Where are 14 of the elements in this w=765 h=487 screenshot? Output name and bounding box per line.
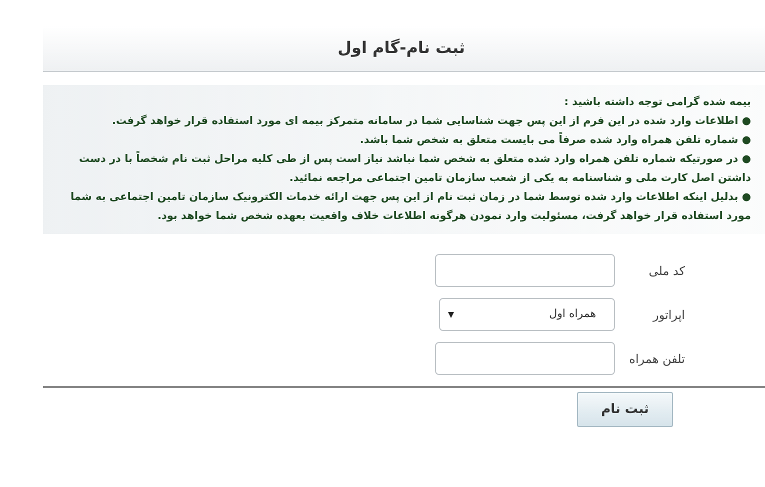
caret-icon bbox=[448, 312, 454, 318]
input-field[interactable] bbox=[435, 254, 615, 287]
notice-item: ● شماره تلفن همراه وارد شده صرفاً می بایست متعلق به شخص شما باشد. bbox=[358, 131, 751, 148]
notice-item: ● بدلیل اینکه اطلاعات وارد شده توسط شما در زمان ثبت نام از این پس جهت ارائه خدمات الکترونیک سازمان تامین اجتماعی به شما مورد استفاده قرار خواهد گرفت، مسئولیت وارد نمودن هرگونه اطلاعات خلاف واقعیت بعهده شخص شما خواهد بود. bbox=[69, 190, 751, 224]
field-label: تلفن همراه bbox=[628, 350, 685, 368]
page-title: ثبت نام-گام اول bbox=[338, 37, 465, 59]
operator-select[interactable]: همراه اول bbox=[439, 298, 615, 331]
submit-button[interactable]: ثبت نام bbox=[577, 392, 673, 427]
field-label: اپراتور bbox=[652, 306, 685, 324]
input-field[interactable] bbox=[435, 342, 615, 375]
notice-heading: بیمه شده گرامی توجه داشته باشید : bbox=[563, 94, 751, 110]
notice-item: ● در صورتیکه شماره تلفن همراه وارد شده متعلق به شخص شما نباشد نیاز است پس از طی کلیه مراحل ثبت نام شخصاً با در دست داشتن اصل کارت ملی و شناسنامه به یکی از شعب سازمان تامین اجتماعی مراجعه نمائید. bbox=[78, 150, 751, 186]
field-label: کد ملی bbox=[648, 262, 685, 280]
notice-item: ● اطلاعات وارد شده در این فرم از این پس جهت شناسایی شما در سامانه متمرکز بیمه ای مورد استفاده قرار خواهد گرفت. bbox=[110, 114, 751, 129]
